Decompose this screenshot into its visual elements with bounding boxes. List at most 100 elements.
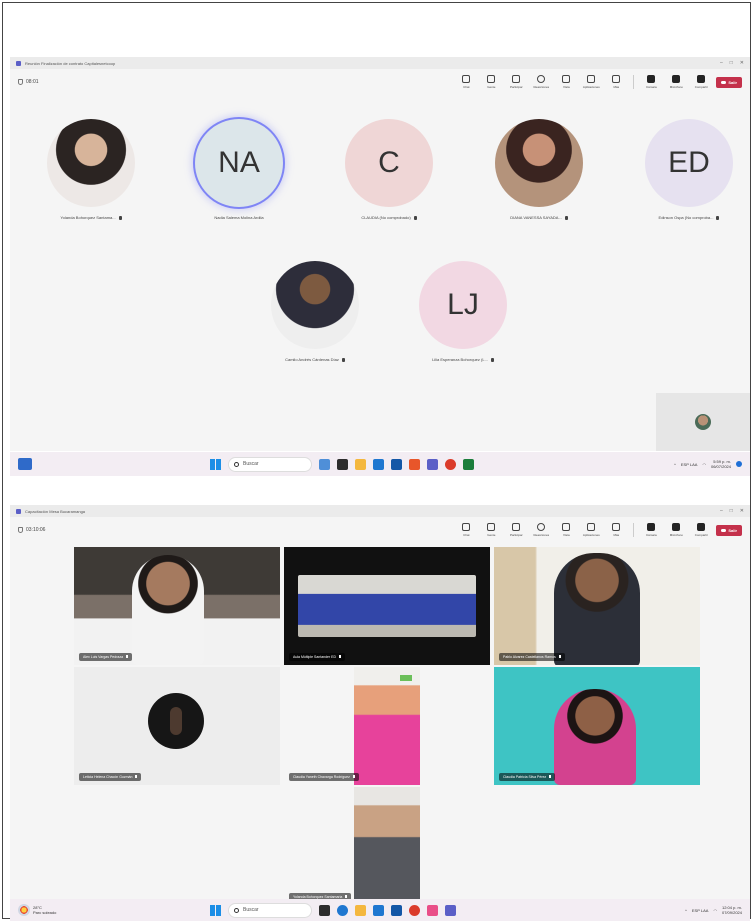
excel-icon[interactable] xyxy=(463,458,474,470)
chrome-icon[interactable] xyxy=(409,904,420,916)
maximize-icon[interactable]: □ xyxy=(730,60,733,66)
window-controls: – □ ✕ xyxy=(720,60,744,66)
teams-icon[interactable] xyxy=(427,458,438,470)
taskbar-search[interactable]: Buscar xyxy=(228,456,312,472)
app-icon[interactable] xyxy=(391,904,402,916)
toolbar-separator xyxy=(633,75,635,89)
participant-name: CLAUDIA (No comprobado) xyxy=(330,215,448,220)
avatar: LJ xyxy=(419,261,507,349)
toolbar-label: Chat xyxy=(463,533,470,537)
widgets-icon[interactable] xyxy=(18,458,32,470)
language-indicator[interactable]: ESP LAA xyxy=(681,462,698,467)
search-icon xyxy=(234,907,239,913)
maximize-icon[interactable]: □ xyxy=(730,508,733,514)
wifi-icon[interactable]: ◠ xyxy=(702,462,706,467)
minimize-icon[interactable]: – xyxy=(720,60,723,66)
weather-widget[interactable]: 28°C Parc soleado xyxy=(18,904,56,916)
app-icon[interactable] xyxy=(427,904,438,916)
toolbar-apps-button[interactable]: Aplicaciones xyxy=(581,75,601,89)
avatar xyxy=(47,119,135,207)
notification-icon[interactable] xyxy=(736,461,742,467)
avatar: C xyxy=(345,119,433,207)
self-view-tile[interactable] xyxy=(656,393,750,451)
app-icon[interactable] xyxy=(391,458,402,470)
file-explorer-icon[interactable] xyxy=(355,458,366,470)
leave-button[interactable]: Salir xyxy=(716,525,742,536)
chevron-up-icon[interactable]: ^ xyxy=(674,462,676,467)
toolbar-label: Participar xyxy=(509,85,523,89)
toolbar-mic-button[interactable]: Micrófono xyxy=(666,75,686,89)
app-icon[interactable] xyxy=(319,904,330,916)
toolbar-raise-hand-button[interactable]: Participar xyxy=(506,523,526,537)
toolbar-chat-button[interactable]: Chat xyxy=(456,75,476,89)
participant-gallery: Yolanda Bohorquez Santama... NA Nadia Sale… xyxy=(10,95,750,451)
video-feed xyxy=(148,693,204,749)
edge-icon[interactable] xyxy=(337,904,348,916)
video-tile[interactable]: Claudia Yaneth Chavarga Rodríguez xyxy=(284,667,490,785)
start-icon[interactable] xyxy=(210,904,221,916)
chat-icon xyxy=(462,523,471,531)
teams-icon[interactable] xyxy=(445,904,456,916)
taskbar-search[interactable]: Buscar xyxy=(228,902,312,918)
language-indicator[interactable]: ESP LAA xyxy=(692,908,709,913)
toolbar-more-button[interactable]: Más xyxy=(606,75,626,89)
toolbar-label: Cámara xyxy=(645,85,657,89)
app-icon[interactable] xyxy=(409,458,420,470)
chevron-up-icon[interactable]: ^ xyxy=(685,908,687,913)
start-icon[interactable] xyxy=(210,458,221,470)
file-explorer-icon[interactable] xyxy=(355,904,366,916)
avatar xyxy=(495,119,583,207)
mic-icon xyxy=(672,75,681,83)
toolbar-people-button[interactable]: Gente xyxy=(481,75,501,89)
toolbar-label: Gente xyxy=(487,85,496,89)
close-icon[interactable]: ✕ xyxy=(740,60,744,66)
video-tile[interactable]: Pablo Alvarez Castellanos Ramos xyxy=(494,547,700,665)
participant-tile[interactable]: LJ Lilia Esperanza Bohorquez (L... xyxy=(404,261,522,362)
participant-name: Claudia Patricia Silva Pérez xyxy=(499,773,556,781)
participant-tile[interactable]: DIANA VANESSA SAYADA... xyxy=(480,119,598,220)
toolbar-camera-button[interactable]: Cámara xyxy=(641,75,661,89)
taskbar-clock[interactable]: 12:04 p. m. 07/09/2024 xyxy=(722,905,742,915)
app-icon[interactable] xyxy=(319,458,330,470)
video-feed xyxy=(354,667,420,785)
video-tile[interactable]: Claudia Patricia Silva Pérez xyxy=(494,667,700,785)
toolbar-people-button[interactable]: Gente xyxy=(481,523,501,537)
toolbar-raise-hand-button[interactable]: Participar xyxy=(506,75,526,89)
toolbar-view-button[interactable]: Vista xyxy=(556,523,576,537)
video-tile[interactable]: Aula Múltiple Santander ED xyxy=(284,547,490,665)
video-tile[interactable]: Yolanda Bohorquez Santamaria xyxy=(284,787,490,899)
toolbar-mic-button[interactable]: Micrófono xyxy=(666,523,686,537)
toolbar-buttons: Chat Gente Participar Reacciones Vista Aplica… xyxy=(456,523,742,537)
video-tile[interactable]: Leticia Helena Chacón Guzmán xyxy=(74,667,280,785)
toolbar-camera-button[interactable]: Cámara xyxy=(641,523,661,537)
video-tile[interactable]: Alex Luis Vargas Pedraza xyxy=(74,547,280,665)
teams-meeting-window-2: Capacitación Mesa Bucaramanga – □ ✕ 03:1… xyxy=(10,505,750,899)
toolbar-view-button[interactable]: Vista xyxy=(556,75,576,89)
toolbar-reactions-button[interactable]: Reacciones xyxy=(531,75,551,89)
toolbar-apps-button[interactable]: Aplicaciones xyxy=(581,523,601,537)
mic-off-icon xyxy=(564,215,568,220)
app-icon[interactable] xyxy=(337,458,348,470)
participant-tile[interactable]: ED Edinson Ospa (No comproba... xyxy=(630,119,748,220)
participant-tile[interactable]: C CLAUDIA (No comprobado) xyxy=(330,119,448,220)
toolbar-more-button[interactable]: Más xyxy=(606,523,626,537)
chrome-icon[interactable] xyxy=(445,458,456,470)
video-feed xyxy=(554,689,636,785)
wifi-icon[interactable]: ◠ xyxy=(713,908,717,913)
reactions-icon xyxy=(537,75,546,83)
app-icon[interactable] xyxy=(373,458,384,470)
participant-tile[interactable]: Yolanda Bohorquez Santama... xyxy=(32,119,150,220)
participant-tile[interactable]: NA Nadia Salema Molina Ardila xyxy=(180,119,298,220)
leave-button[interactable]: Salir xyxy=(716,77,742,88)
windows-taskbar-2: 28°C Parc soleado Buscar ^ ESP LAA ◠ 12:… xyxy=(10,899,750,921)
minimize-icon[interactable]: – xyxy=(720,508,723,514)
toolbar-chat-button[interactable]: Chat xyxy=(456,523,476,537)
window-titlebar: Capacitación Mesa Bucaramanga – □ ✕ xyxy=(10,505,750,517)
toolbar-share-button[interactable]: Compartir xyxy=(691,75,711,89)
toolbar-share-button[interactable]: Compartir xyxy=(691,523,711,537)
participant-tile[interactable]: Camilo Andrés Cárdenas Díaz xyxy=(256,261,374,362)
toolbar-reactions-button[interactable]: Reacciones xyxy=(531,523,551,537)
taskbar-clock[interactable]: 5:59 p. m. 06/07/2024 xyxy=(711,459,731,469)
close-icon[interactable]: ✕ xyxy=(740,508,744,514)
app-icon[interactable] xyxy=(373,904,384,916)
